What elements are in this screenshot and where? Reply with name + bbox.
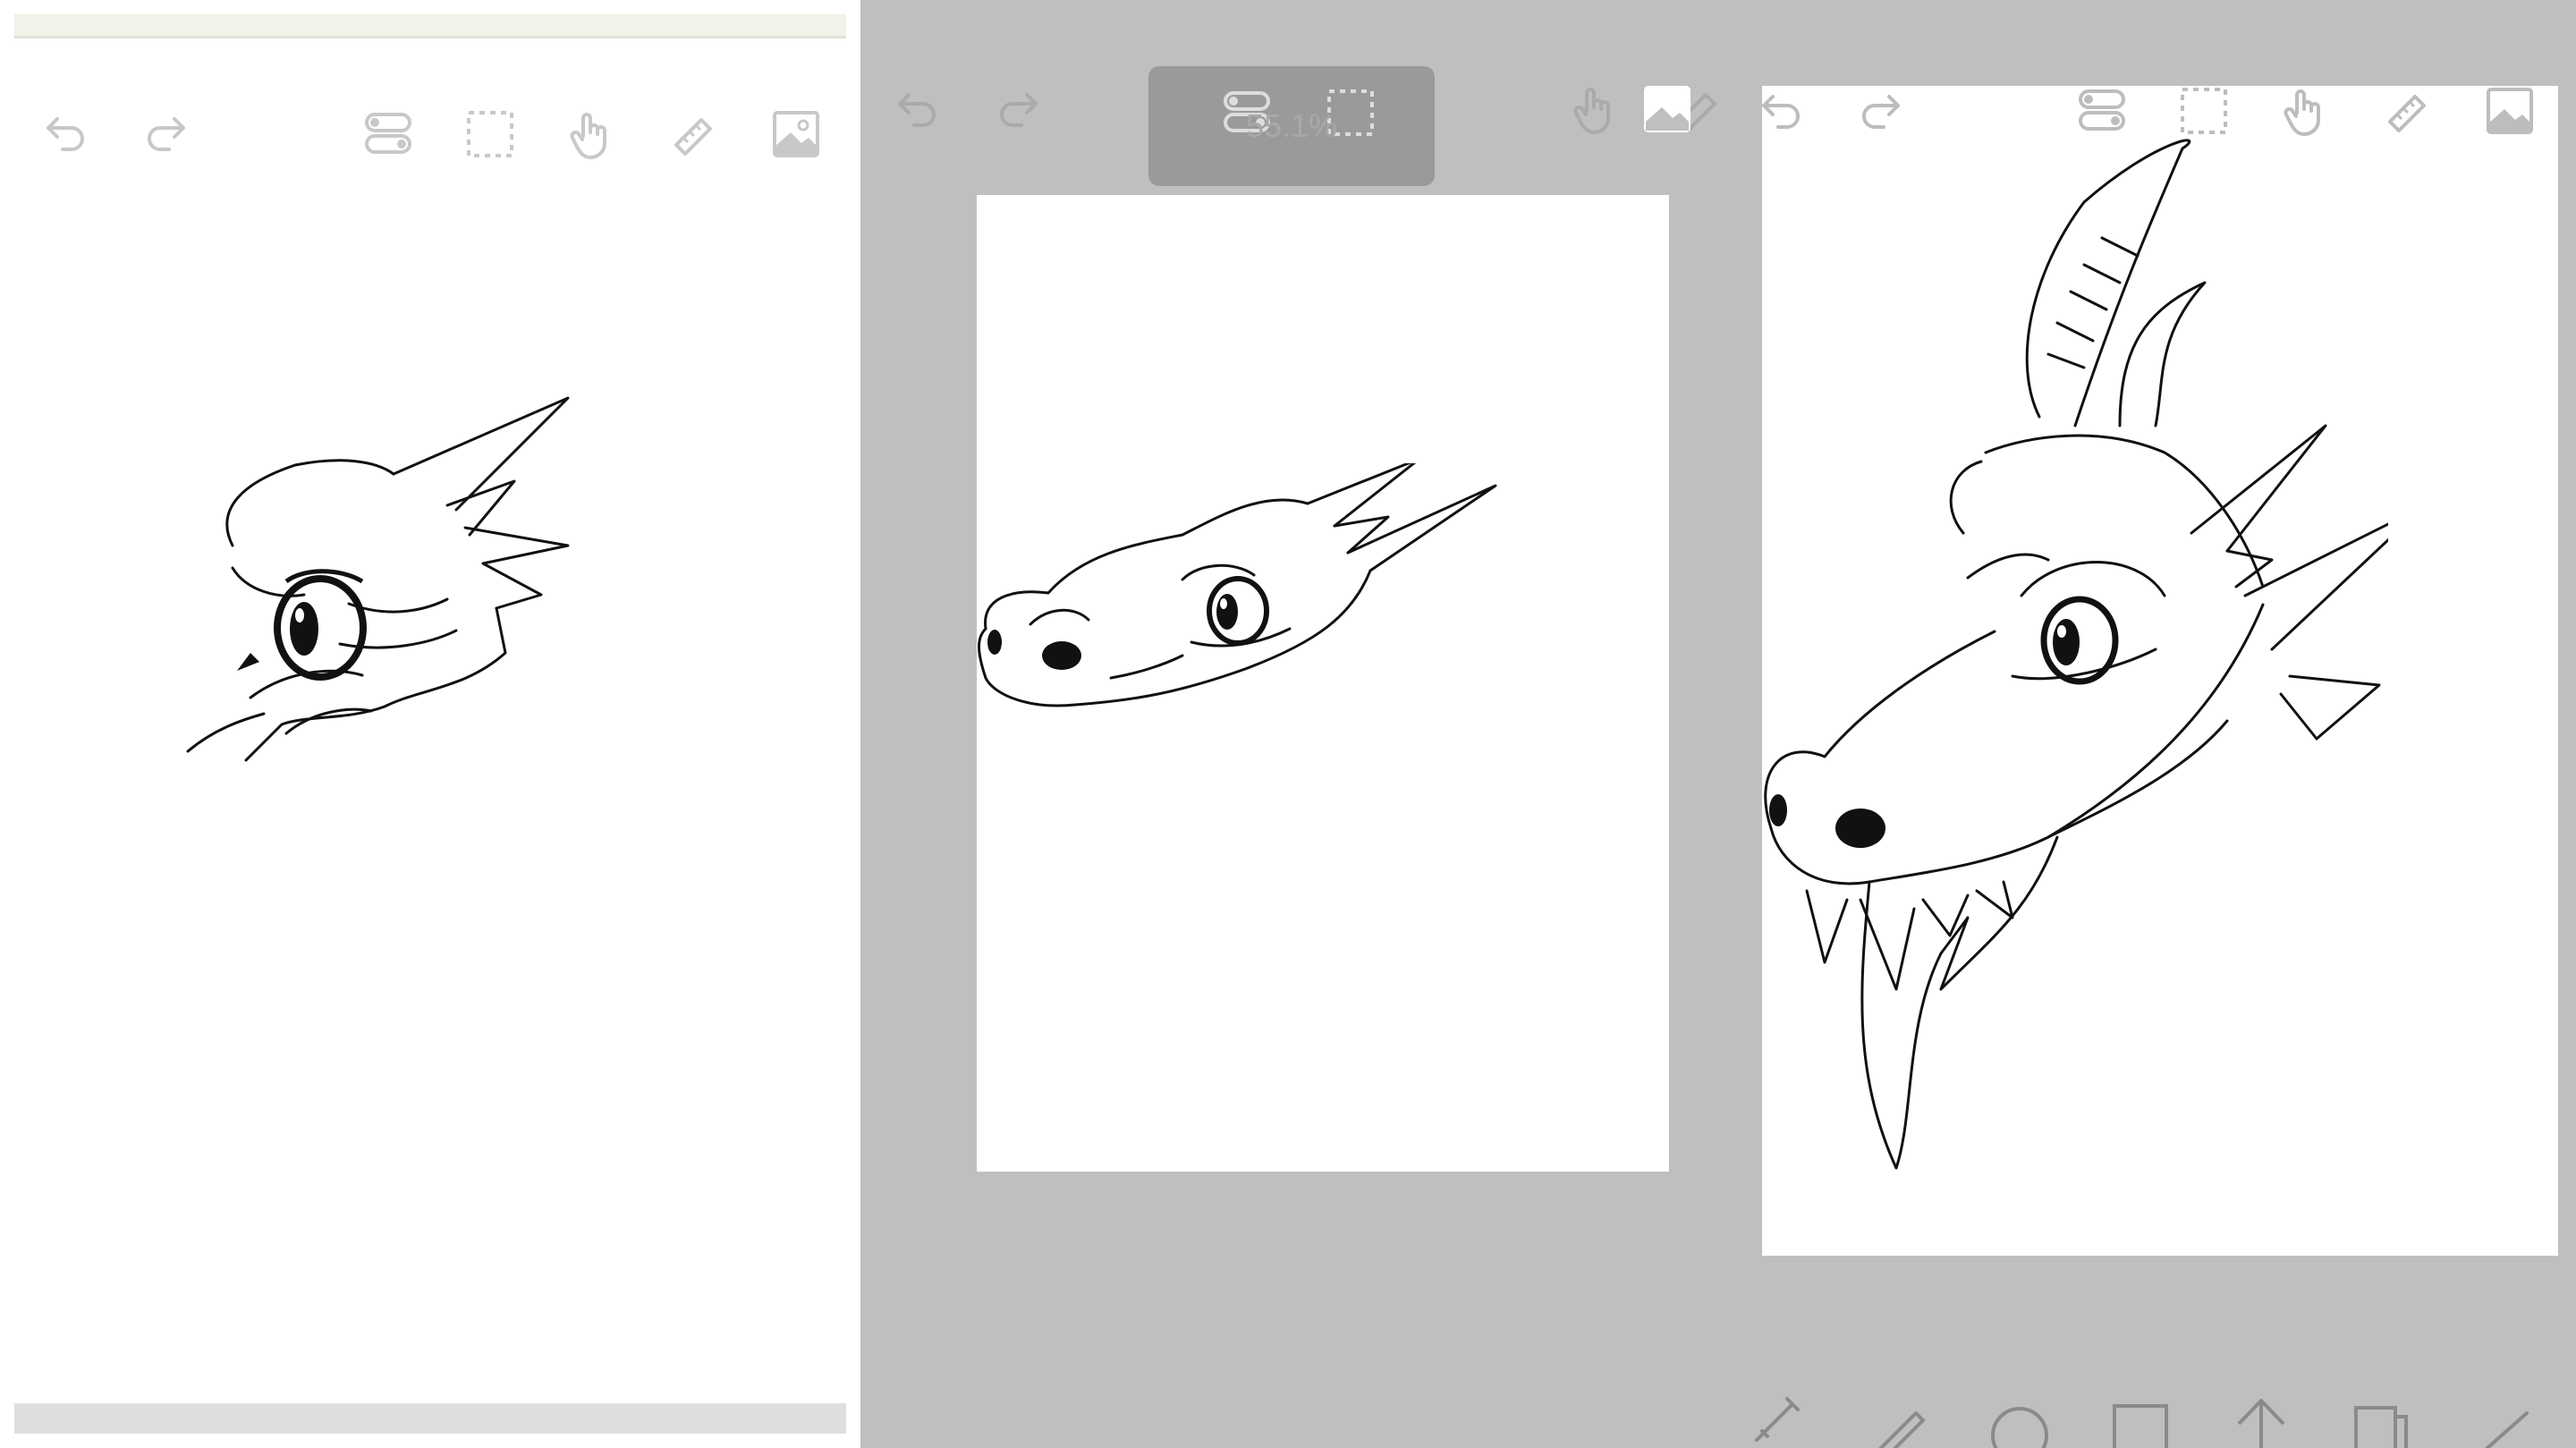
dragon-head-complete <box>1764 139 2388 1170</box>
selection-icon[interactable] <box>462 106 519 163</box>
hand-icon[interactable] <box>2277 82 2334 140</box>
layers-icon[interactable] <box>2073 82 2131 140</box>
screenshot-panel-2: 55.1% <box>860 0 1724 1448</box>
ruler-icon[interactable] <box>2379 82 2436 140</box>
undo-icon[interactable] <box>887 79 945 136</box>
drawing-canvas[interactable] <box>977 195 1669 1172</box>
screenshot-panel-3 <box>1724 0 2576 1448</box>
image-icon[interactable] <box>767 106 825 163</box>
rectangle-icon[interactable] <box>2109 1395 2172 1448</box>
layers-icon[interactable] <box>360 106 417 163</box>
undo-icon[interactable] <box>36 103 93 160</box>
redo-icon[interactable] <box>1853 80 1911 138</box>
dragon-sketch-with-snout <box>978 463 1497 707</box>
brush-icon[interactable] <box>1748 1386 1810 1448</box>
dragon-sketch-partial <box>186 396 570 762</box>
hand-icon[interactable] <box>564 106 621 163</box>
hand-icon[interactable] <box>1567 80 1624 138</box>
drawing-canvas[interactable] <box>1762 86 2558 1256</box>
screenshot-panel-1 <box>0 0 860 1448</box>
ellipse-icon[interactable] <box>1988 1395 2051 1448</box>
image-icon[interactable] <box>1639 80 1696 138</box>
pen-icon[interactable] <box>1868 1395 1930 1448</box>
selection-icon[interactable] <box>2175 82 2233 140</box>
zoom-level-text: 55.1% <box>1245 107 1338 144</box>
undo-icon[interactable] <box>1751 80 1809 138</box>
bottom-toolbar-edge <box>14 1403 846 1434</box>
arrow-up-icon[interactable] <box>2230 1392 2292 1448</box>
copy-icon[interactable] <box>2351 1395 2413 1448</box>
redo-icon[interactable] <box>139 103 196 160</box>
ruler-icon[interactable] <box>665 106 723 163</box>
line-icon[interactable] <box>2471 1395 2534 1448</box>
image-icon[interactable] <box>2481 82 2538 140</box>
status-strip <box>14 14 846 38</box>
zoom-indicator: 55.1% <box>1148 66 1435 186</box>
redo-icon[interactable] <box>991 79 1048 136</box>
